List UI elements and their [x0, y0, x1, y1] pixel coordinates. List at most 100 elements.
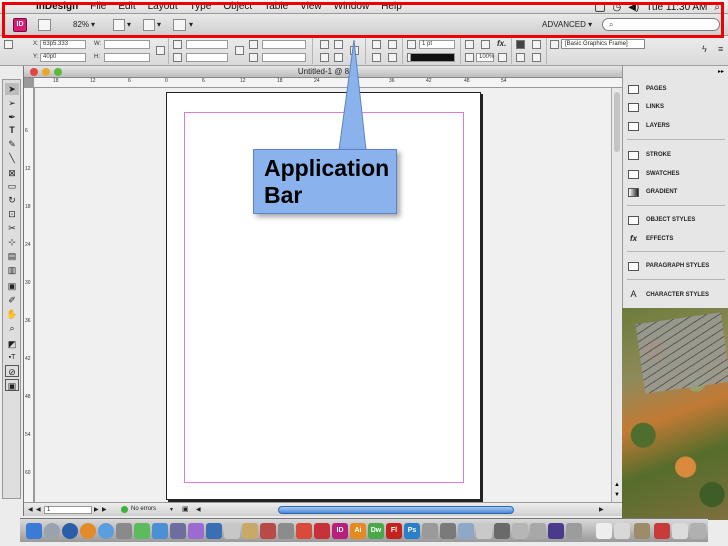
horizontal-scroll-thumb[interactable]: [278, 506, 514, 514]
object-style-select[interactable]: [Basic Graphics Frame]: [561, 39, 645, 49]
fill-frame-icon[interactable]: [532, 53, 541, 62]
menu-file[interactable]: File: [90, 1, 106, 12]
type-tool-icon[interactable]: T: [5, 124, 19, 136]
x-field[interactable]: 63p5.333: [40, 40, 86, 49]
menu-edit[interactable]: Edit: [118, 1, 135, 12]
dashboard-icon[interactable]: [44, 523, 60, 539]
flash-dock-icon[interactable]: Fl: [386, 523, 402, 539]
menu-layout[interactable]: Layout: [148, 1, 178, 12]
utility-icon[interactable]: [566, 523, 582, 539]
rectangle-frame-tool-icon[interactable]: ⊠: [5, 167, 19, 179]
document-icon[interactable]: [672, 523, 688, 539]
scale-x-field[interactable]: [186, 40, 228, 49]
scroll-down-icon[interactable]: ▼: [614, 492, 620, 498]
scissors-tool-icon[interactable]: ✂: [5, 222, 19, 234]
spotlight-icon[interactable]: ⌕: [714, 2, 720, 13]
line-tool-icon[interactable]: ╲: [5, 152, 19, 164]
screen-mode-chevron-down-icon[interactable]: ▾: [157, 20, 161, 29]
rotate-field[interactable]: [262, 40, 306, 49]
menu-view[interactable]: View: [300, 1, 322, 12]
panel-gradient[interactable]: GRADIENT: [628, 185, 677, 199]
scroll-right-icon[interactable]: ▶: [599, 506, 604, 513]
workspace-switcher[interactable]: ADVANCED ▾: [542, 20, 592, 29]
panel-links[interactable]: LINKS: [628, 100, 664, 114]
trash-icon[interactable]: [690, 523, 706, 539]
open-page-icon[interactable]: ▣: [182, 505, 189, 513]
scroll-left-icon[interactable]: ◀: [196, 506, 201, 513]
vertical-scrollbar[interactable]: ▲ ▼: [611, 88, 622, 502]
menu-help[interactable]: Help: [381, 1, 402, 12]
panel-paragraph-styles[interactable]: PARAGRAPH STYLES: [628, 259, 709, 273]
y-field[interactable]: 40p0: [40, 53, 86, 62]
menu-type[interactable]: Type: [190, 1, 212, 12]
previous-page-icon[interactable]: ◀: [36, 506, 41, 513]
page-number-field[interactable]: 1: [44, 506, 92, 514]
rotate-tool-icon[interactable]: ↻: [5, 194, 19, 206]
bridge-button[interactable]: [38, 19, 51, 31]
document-icon[interactable]: [614, 523, 630, 539]
direct-selection-tool-icon[interactable]: ➢: [5, 97, 19, 109]
utility-icon[interactable]: [440, 523, 456, 539]
preflight-status[interactable]: No errors: [131, 506, 156, 512]
photos-icon[interactable]: [206, 523, 222, 539]
illustrator-dock-icon[interactable]: Ai: [350, 523, 366, 539]
panel-effects[interactable]: fx EFFECTS: [628, 232, 673, 246]
formatting-affects-icon[interactable]: ▪T: [5, 352, 19, 364]
downloads-stack-icon[interactable]: [634, 523, 650, 539]
utility-icon[interactable]: [422, 523, 438, 539]
selection-tool-icon[interactable]: ➤: [5, 83, 19, 95]
panel-stroke[interactable]: STROKE: [628, 148, 671, 162]
center-content-icon[interactable]: [516, 53, 525, 62]
itunes-store-icon[interactable]: [260, 523, 276, 539]
vertical-ruler[interactable]: 6 12 18 24 30 36 42 48 54 60: [24, 88, 34, 502]
hand-tool-icon[interactable]: ✋: [5, 308, 19, 320]
time-machine-icon[interactable]: ◷: [612, 2, 621, 13]
note-tool-icon[interactable]: ▣: [5, 280, 19, 292]
effects-icon[interactable]: [465, 40, 474, 49]
rectangle-tool-icon[interactable]: ▭: [5, 180, 19, 192]
preflight-ok-icon[interactable]: [121, 506, 128, 513]
calendar-icon[interactable]: [188, 523, 204, 539]
itunes-icon[interactable]: [62, 523, 78, 539]
last-page-icon[interactable]: ▶: [102, 506, 107, 513]
dreamweaver-dock-icon[interactable]: Dw: [368, 523, 384, 539]
arrange-chevron-down-icon[interactable]: ▾: [189, 20, 193, 29]
fill-stroke-icon[interactable]: ◩: [5, 338, 19, 350]
firefox-icon[interactable]: [80, 523, 96, 539]
document-icon[interactable]: [654, 523, 670, 539]
document-icon[interactable]: [596, 523, 612, 539]
w-field[interactable]: [104, 40, 150, 49]
script-editor-icon[interactable]: [242, 523, 258, 539]
h-field[interactable]: [104, 53, 150, 62]
utility-icon[interactable]: [548, 523, 564, 539]
volume-icon[interactable]: ◀): [628, 2, 639, 13]
address-book-icon[interactable]: [170, 523, 186, 539]
system-preferences-icon[interactable]: [116, 523, 132, 539]
pen-tool-icon[interactable]: ✒: [5, 111, 19, 123]
gradient-swatch-tool-icon[interactable]: ▤: [5, 250, 19, 262]
apply-none-icon[interactable]: ⊘: [5, 365, 19, 377]
view-options-button[interactable]: [113, 19, 125, 31]
mail-icon[interactable]: [152, 523, 168, 539]
drop-shadow-icon[interactable]: [481, 40, 490, 49]
constrain-proportions-icon[interactable]: [156, 46, 165, 55]
gradient-feather-tool-icon[interactable]: ▥: [5, 264, 19, 276]
collapse-panels-icon[interactable]: ▸▸: [718, 68, 724, 75]
indesign-logo-icon[interactable]: ID: [13, 18, 27, 32]
reference-point-icon[interactable]: [4, 40, 13, 49]
zoom-chevron-down-icon[interactable]: ▾: [91, 20, 95, 29]
constrain-scale-icon[interactable]: [235, 46, 244, 55]
fill-swatch-icon[interactable]: [407, 40, 416, 49]
messages-icon[interactable]: [134, 523, 150, 539]
shear-field[interactable]: [262, 53, 306, 62]
utility-icon[interactable]: [476, 523, 492, 539]
safari-icon[interactable]: [98, 523, 114, 539]
select-content-icon[interactable]: [388, 40, 397, 49]
first-page-icon[interactable]: ◀: [28, 506, 33, 513]
utility-icon[interactable]: [278, 523, 294, 539]
acrobat-icon[interactable]: [296, 523, 312, 539]
indesign-dock-icon[interactable]: ID: [332, 523, 348, 539]
scale-tool-icon[interactable]: ⊡: [5, 208, 19, 220]
fit-content-icon[interactable]: [516, 40, 525, 49]
panel-character-styles[interactable]: A CHARACTER STYLES: [628, 288, 709, 302]
